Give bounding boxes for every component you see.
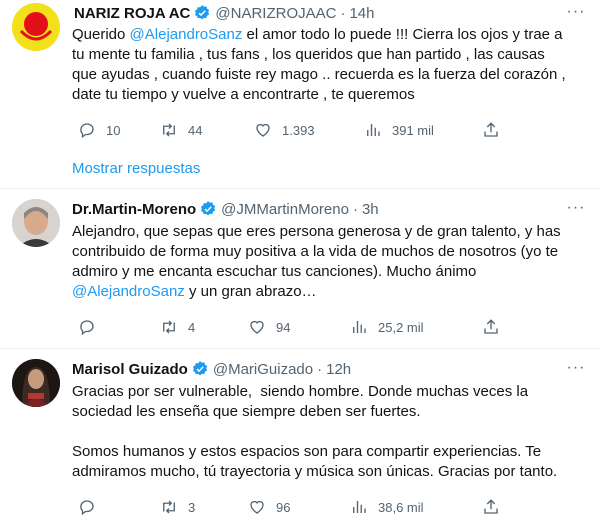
share-icon — [484, 122, 498, 137]
reply-count: 10 — [106, 122, 121, 138]
like-button[interactable]: 1.393 — [254, 120, 315, 140]
profile-photo-icon — [12, 199, 60, 247]
reply-icon — [80, 123, 94, 139]
retweet-button[interactable]: 4 — [160, 317, 195, 337]
retweet-icon — [163, 500, 175, 514]
separator-dot: · — [340, 4, 346, 22]
separator-dot: · — [317, 360, 323, 378]
avatar[interactable] — [12, 359, 60, 407]
avatar[interactable] — [12, 199, 60, 247]
retweet-icon — [163, 320, 175, 334]
tweet-text: Gracias por ser vulnerable, siendo hombr… — [72, 382, 582, 482]
retweet-count: 3 — [188, 499, 196, 515]
reply-icon — [80, 500, 94, 516]
tweet-actions: 4 94 25,2 mil — [72, 317, 512, 337]
profile-photo-icon — [12, 359, 60, 407]
retweet-icon — [163, 123, 175, 137]
show-replies-link[interactable]: Mostrar respuestas — [72, 160, 200, 177]
text-segment: Gracias por ser vulnerable, siendo hombr… — [72, 383, 558, 480]
display-name[interactable]: NARIZ ROJA AC — [74, 5, 190, 22]
like-count: 96 — [276, 499, 291, 515]
timestamp[interactable]: 14h — [349, 5, 374, 22]
views-button[interactable]: 38,6 mil — [350, 497, 424, 517]
text-segment: y un gran abrazo… — [184, 283, 317, 300]
display-name[interactable]: Marisol Guizado — [72, 361, 188, 378]
text-segment: Alejandro, que sepas que eres persona ge… — [72, 223, 561, 280]
verified-badge-icon — [192, 361, 207, 376]
timestamp[interactable]: 3h — [362, 201, 379, 218]
heart-icon — [250, 500, 264, 514]
tweet-actions: 3 96 38,6 mil — [72, 497, 512, 517]
retweet-count: 44 — [188, 122, 203, 138]
separator-dot: · — [352, 200, 358, 218]
tweet-text: Alejandro, que sepas que eres persona ge… — [72, 222, 582, 302]
share-icon — [484, 499, 498, 514]
share-icon — [484, 319, 498, 334]
like-button[interactable]: 96 — [248, 497, 290, 517]
tweet-text: Querido @AlejandroSanz el amor todo lo p… — [72, 25, 582, 105]
like-count: 94 — [276, 319, 291, 335]
retweet-count: 4 — [188, 319, 196, 335]
views-icon — [353, 321, 366, 333]
tweet[interactable]: NARIZ ROJA AC @NARIZROJAAC · 14h ··· Que… — [0, 0, 600, 150]
heart-icon — [256, 123, 270, 137]
avatar[interactable] — [12, 3, 60, 51]
display-name[interactable]: Dr.Martin-Moreno — [72, 201, 196, 218]
handle[interactable]: @NARIZROJAAC — [215, 5, 336, 22]
tweet-header: Marisol Guizado @MariGuizado · 12h — [72, 359, 351, 379]
views-count: 391 mil — [392, 122, 434, 138]
tweet-header: NARIZ ROJA AC @NARIZROJAAC · 14h — [74, 3, 375, 23]
handle[interactable]: @MariGuizado — [213, 361, 313, 378]
reply-button[interactable]: 10 — [78, 120, 120, 140]
text-segment: Querido — [72, 26, 130, 43]
like-button[interactable]: 94 — [248, 317, 290, 337]
share-button[interactable] — [482, 317, 500, 337]
more-options-button[interactable]: ··· — [566, 4, 586, 25]
tweet-header: Dr.Martin-Moreno @JMMartinMoreno · 3h — [72, 199, 379, 219]
more-options-button[interactable]: ··· — [566, 200, 586, 221]
share-button[interactable] — [482, 497, 500, 517]
handle[interactable]: @JMMartinMoreno — [221, 201, 349, 218]
views-button[interactable]: 391 mil — [364, 120, 434, 140]
views-icon — [353, 501, 366, 513]
reply-button[interactable] — [78, 497, 96, 517]
tweet[interactable]: Dr.Martin-Moreno @JMMartinMoreno · 3h ··… — [0, 189, 600, 345]
views-button[interactable]: 25,2 mil — [350, 317, 424, 337]
red-nose-logo-icon — [12, 3, 60, 51]
more-options-button[interactable]: ··· — [566, 360, 586, 381]
verified-badge-icon — [201, 201, 216, 216]
retweet-button[interactable]: 3 — [160, 497, 195, 517]
retweet-button[interactable]: 44 — [160, 120, 202, 140]
mention-link[interactable]: @AlejandroSanz — [130, 26, 243, 43]
mention-link[interactable]: @AlejandroSanz — [72, 283, 185, 300]
tweet-actions: 10 44 1.393 391 mil — [72, 120, 512, 140]
tweet[interactable]: Marisol Guizado @MariGuizado · 12h ··· G… — [0, 349, 600, 522]
views-count: 38,6 mil — [378, 499, 424, 515]
verified-badge-icon — [195, 5, 210, 20]
timestamp[interactable]: 12h — [326, 361, 351, 378]
share-button[interactable] — [482, 120, 500, 140]
views-count: 25,2 mil — [378, 319, 424, 335]
heart-icon — [250, 320, 264, 334]
reply-icon — [80, 320, 94, 336]
reply-button[interactable] — [78, 317, 96, 337]
like-count: 1.393 — [282, 122, 315, 138]
views-icon — [367, 124, 380, 136]
